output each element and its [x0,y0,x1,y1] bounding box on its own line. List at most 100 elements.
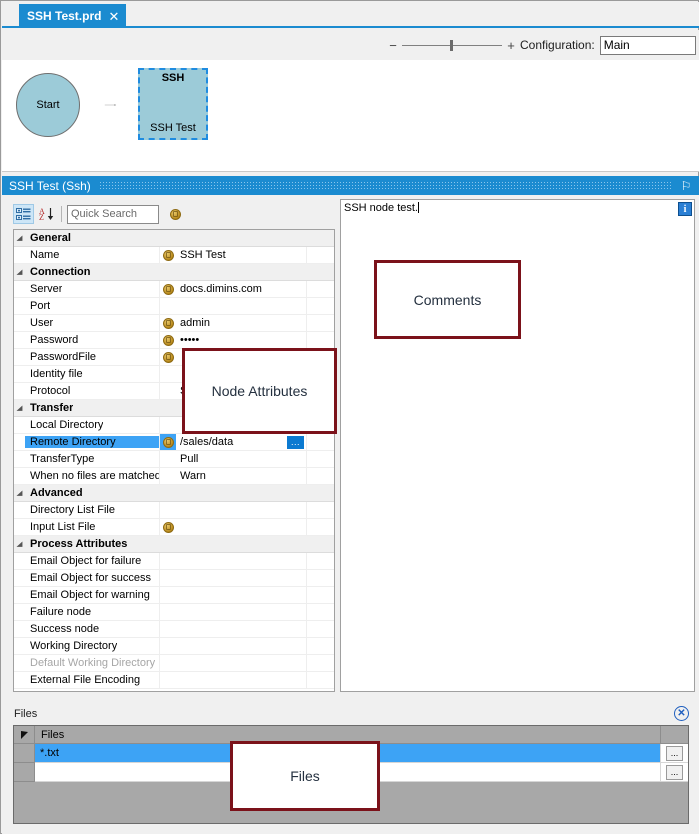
zoom-slider[interactable]: − + [387,37,517,53]
coin-icon[interactable] [163,522,174,533]
property-name-cell[interactable]: Protocol [25,385,159,397]
property-row[interactable]: Name SSH Test [14,247,334,264]
category-collapse-icon[interactable]: ◢ [17,405,22,411]
property-category-row[interactable]: ◢Advanced [14,485,334,502]
zoom-in-icon[interactable]: + [505,39,517,52]
property-row[interactable]: Email Object for success [14,570,334,587]
files-row-header[interactable] [14,744,35,763]
diagram-node-start[interactable]: Start [16,73,80,137]
property-name-cell[interactable]: Working Directory [25,640,159,652]
configuration-input[interactable] [600,36,696,55]
property-name-cell[interactable]: Email Object for success [25,572,159,584]
close-icon[interactable]: ✕ [108,10,119,23]
property-row[interactable]: Password ••••• [14,332,334,349]
quick-search-input[interactable] [67,205,159,224]
property-value-cell[interactable] [176,502,306,518]
property-value-cell[interactable]: admin [176,315,306,331]
zoom-slider-track[interactable] [402,45,502,46]
property-row[interactable]: When no files are matched: Warn [14,468,334,485]
property-name-cell[interactable]: Default Working Directory [25,657,159,669]
property-row[interactable]: Working Directory [14,638,334,655]
category-collapse-icon[interactable]: ◢ [17,269,22,275]
coin-icon[interactable] [163,318,174,329]
property-name-cell[interactable]: When no files are matched: [25,470,159,482]
property-value-cell[interactable]: Warn [176,468,306,484]
property-name-cell[interactable]: Input List File [25,521,159,533]
property-name-cell[interactable]: Connection [25,266,334,278]
coin-icon[interactable] [170,209,181,220]
property-name-cell[interactable]: TransferType [25,453,159,465]
property-value-cell[interactable] [176,621,306,637]
property-value-cell[interactable] [176,655,306,671]
property-name-cell[interactable]: Advanced [25,487,334,499]
property-row[interactable]: Default Working Directory [14,655,334,672]
property-name-cell[interactable]: Password [25,334,159,346]
property-value-cell[interactable] [176,604,306,620]
coin-icon[interactable] [163,284,174,295]
diagram-node-ssh-test[interactable]: SSH SSH Test [138,68,208,140]
property-row[interactable]: Success node [14,621,334,638]
property-name-cell[interactable]: PasswordFile [25,351,159,363]
zoom-slider-thumb[interactable] [450,40,453,51]
info-icon[interactable]: i [678,202,692,216]
files-row-header[interactable] [14,763,35,782]
property-name-cell[interactable]: Port [25,300,159,312]
property-row[interactable]: Directory List File [14,502,334,519]
property-row[interactable]: Port [14,298,334,315]
property-row[interactable]: Email Object for failure [14,553,334,570]
property-row[interactable]: Email Object for warning [14,587,334,604]
files-row-ellipsis-button[interactable]: ... [666,765,683,780]
property-value-cell[interactable]: ••••• [176,332,306,348]
zoom-out-icon[interactable]: − [387,39,399,52]
property-name-cell[interactable]: User [25,317,159,329]
category-collapse-icon[interactable]: ◢ [17,541,22,547]
property-value-cell[interactable] [176,553,306,569]
property-name-cell[interactable]: Identity file [25,368,159,380]
property-row[interactable]: User admin [14,315,334,332]
property-name-cell[interactable]: External File Encoding [25,674,159,686]
property-value-cell[interactable]: /sales/data... [176,434,306,450]
category-collapse-icon[interactable]: ◢ [17,490,22,496]
categorized-view-icon[interactable] [13,204,34,224]
property-row[interactable]: TransferType Pull [14,451,334,468]
property-name-cell[interactable]: Server [25,283,159,295]
property-value-cell[interactable]: SSH Test [176,247,306,263]
property-ellipsis-button[interactable]: ... [287,436,304,449]
property-value-cell[interactable] [176,298,306,314]
grid-corner-selector[interactable] [14,726,35,743]
property-row[interactable]: Remote Directory/sales/data... [14,434,334,451]
property-value-cell[interactable] [176,570,306,586]
property-category-row[interactable]: ◢Process Attributes [14,536,334,553]
property-row[interactable]: Failure node [14,604,334,621]
property-name-cell[interactable]: General [25,232,334,244]
property-value-cell[interactable]: Pull [176,451,306,467]
coin-icon[interactable] [163,437,174,448]
property-name-cell[interactable]: Name [25,249,159,261]
property-name-cell[interactable]: Success node [25,623,159,635]
property-name-cell[interactable]: Email Object for failure [25,555,159,567]
property-value-cell[interactable] [176,672,306,688]
property-name-cell[interactable]: Email Object for warning [25,589,159,601]
files-column-header[interactable]: Files [35,729,660,741]
tab-ssh-test-prd[interactable]: SSH Test.prd ✕ [19,4,126,28]
category-collapse-icon[interactable]: ◢ [17,235,22,241]
property-grid[interactable]: ◢GeneralNameSSH Test◢ConnectionServerdoc… [13,229,335,692]
property-name-cell[interactable]: Directory List File [25,504,159,516]
property-value-cell[interactable] [176,519,306,535]
coin-icon[interactable] [163,352,174,363]
property-name-cell[interactable]: Remote Directory [25,436,159,448]
property-name-cell[interactable]: Failure node [25,606,159,618]
coin-icon[interactable] [163,335,174,346]
files-row-ellipsis-button[interactable]: ... [666,746,683,761]
property-name-cell[interactable]: Process Attributes [25,538,334,550]
pin-icon[interactable]: ⚐ [677,179,695,193]
property-row[interactable]: External File Encoding [14,672,334,689]
alphabetical-sort-icon[interactable]: A Z [36,204,57,224]
property-name-cell[interactable]: Local Directory [25,419,159,431]
property-row[interactable]: Serverdocs.dimins.com [14,281,334,298]
property-value-cell[interactable] [176,587,306,603]
property-row[interactable]: Input List File [14,519,334,536]
property-value-cell[interactable] [176,638,306,654]
coin-icon[interactable] [163,250,174,261]
process-diagram-canvas[interactable]: Start SSH SSH Test [2,60,699,172]
